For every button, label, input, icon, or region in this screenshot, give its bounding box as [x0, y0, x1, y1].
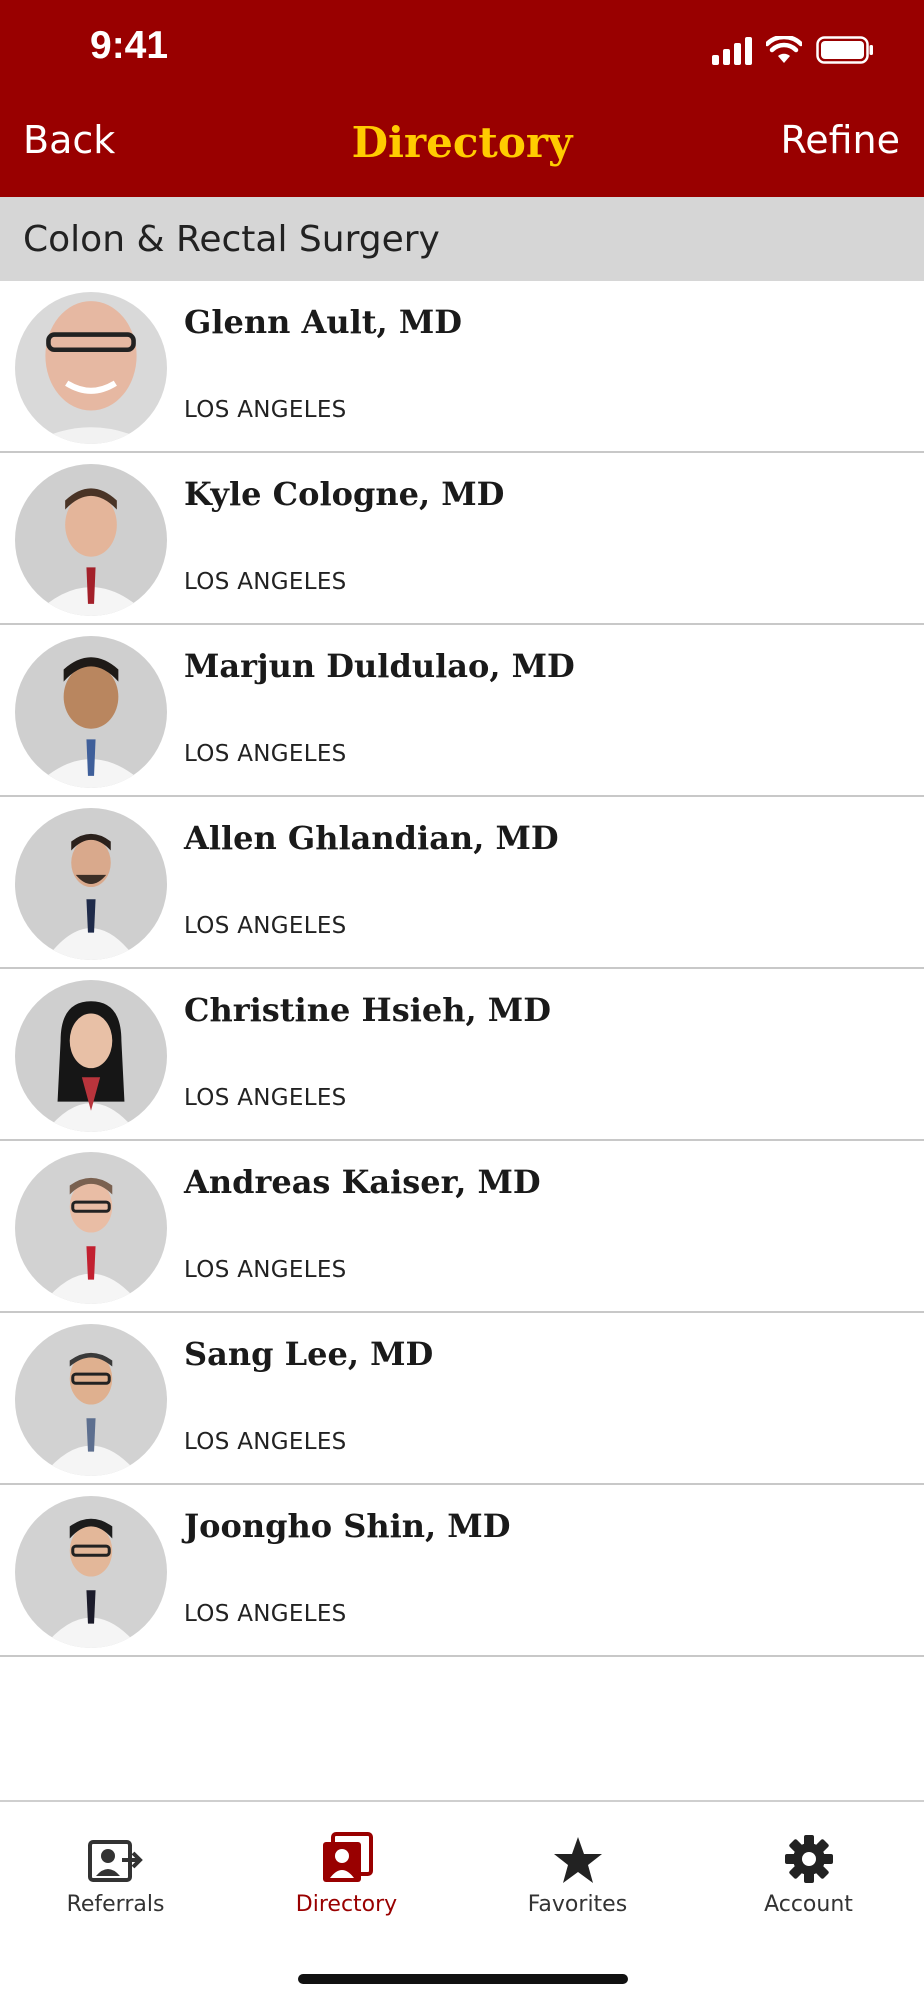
tab-directory[interactable]: Directory — [231, 1824, 462, 1917]
doctor-row[interactable]: Christine Hsieh, MD LOS ANGELES — [0, 969, 924, 1141]
gear-icon — [784, 1835, 833, 1883]
doctor-avatar — [15, 1152, 167, 1304]
refine-button[interactable]: Refine — [781, 118, 900, 162]
doctor-name: Kyle Cologne, MD — [184, 475, 505, 513]
doctor-row[interactable]: Kyle Cologne, MD LOS ANGELES — [0, 453, 924, 625]
doctor-avatar — [15, 808, 167, 960]
tab-label: Directory — [295, 1892, 398, 1917]
doctor-list: Glenn Ault, MD LOS ANGELES Kyle Cologne,… — [0, 281, 924, 1657]
doctor-location: LOS ANGELES — [184, 397, 347, 423]
doctor-location: LOS ANGELES — [184, 1429, 347, 1455]
doctor-avatar — [15, 636, 167, 788]
doctor-avatar — [15, 1324, 167, 1476]
doctor-location: LOS ANGELES — [184, 741, 347, 767]
doctor-name: Allen Ghlandian, MD — [184, 819, 559, 857]
tab-bar: Referrals Directory Favorites Account — [0, 1800, 924, 2002]
tab-label: Favorites — [527, 1892, 628, 1917]
doctor-row[interactable]: Sang Lee, MD LOS ANGELES — [0, 1313, 924, 1485]
doctor-location: LOS ANGELES — [184, 1085, 347, 1111]
doctor-location: LOS ANGELES — [184, 569, 347, 595]
doctor-name: Sang Lee, MD — [184, 1335, 434, 1373]
cellular-signal-icon — [712, 35, 752, 65]
doctor-name: Christine Hsieh, MD — [184, 991, 551, 1029]
status-time: 9:41 — [90, 24, 169, 67]
star-icon — [553, 1837, 602, 1883]
home-indicator[interactable] — [298, 1974, 628, 1984]
doctor-row[interactable]: Glenn Ault, MD LOS ANGELES — [0, 281, 924, 453]
tab-favorites[interactable]: Favorites — [462, 1824, 693, 1917]
doctor-location: LOS ANGELES — [184, 913, 347, 939]
doctor-name: Joongho Shin, MD — [184, 1507, 511, 1545]
battery-icon — [816, 36, 873, 64]
section-title: Colon & Rectal Surgery — [23, 219, 440, 260]
status-icons — [712, 30, 874, 70]
tab-label: Referrals — [66, 1892, 165, 1917]
directory-icon — [322, 1832, 373, 1882]
app-header: 9:41 Back Directory Refine — [0, 0, 924, 197]
doctor-location: LOS ANGELES — [184, 1601, 347, 1627]
tab-referrals[interactable]: Referrals — [0, 1824, 231, 1917]
doctor-name: Glenn Ault, MD — [184, 303, 462, 341]
doctor-avatar — [15, 980, 167, 1132]
tab-account[interactable]: Account — [693, 1824, 924, 1917]
doctor-name: Marjun Duldulao, MD — [184, 647, 575, 685]
tab-label: Account — [764, 1892, 853, 1917]
doctor-avatar — [15, 292, 167, 444]
doctor-location: LOS ANGELES — [184, 1257, 347, 1283]
doctor-avatar — [15, 464, 167, 616]
doctor-row[interactable]: Joongho Shin, MD LOS ANGELES — [0, 1485, 924, 1657]
doctor-row[interactable]: Marjun Duldulao, MD LOS ANGELES — [0, 625, 924, 797]
doctor-name: Andreas Kaiser, MD — [184, 1163, 541, 1201]
section-header: Colon & Rectal Surgery — [0, 197, 924, 281]
doctor-row[interactable]: Allen Ghlandian, MD LOS ANGELES — [0, 797, 924, 969]
doctor-row[interactable]: Andreas Kaiser, MD LOS ANGELES — [0, 1141, 924, 1313]
referral-icon — [87, 1840, 143, 1882]
wifi-icon — [766, 36, 802, 63]
doctor-avatar — [15, 1496, 167, 1648]
